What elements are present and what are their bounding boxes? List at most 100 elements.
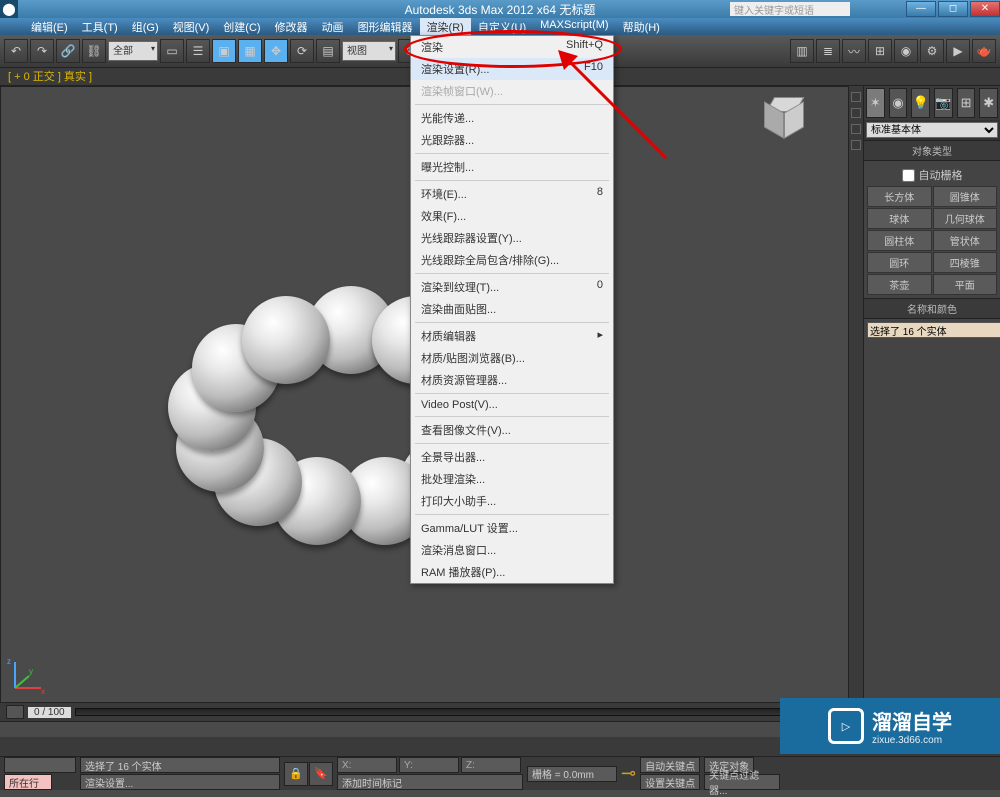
select-button[interactable]: ▭ — [160, 39, 184, 63]
undo-button[interactable]: ↶ — [4, 39, 28, 63]
move-button[interactable]: ✥ — [264, 39, 288, 63]
align-button[interactable]: ▥ — [790, 39, 814, 63]
render-menu-item-11[interactable]: 光线跟踪器设置(Y)... — [411, 227, 613, 249]
primitive-球体[interactable]: 球体 — [867, 208, 932, 229]
menu-6[interactable]: 动画 — [315, 18, 351, 35]
modify-tab[interactable]: ◉ — [889, 88, 908, 118]
menu-2[interactable]: 组(G) — [125, 18, 166, 35]
autokey-button[interactable]: 自动关键点 — [640, 757, 700, 773]
time-config-button[interactable] — [6, 705, 24, 719]
render-menu-item-2[interactable]: 渲染帧窗口(W)... — [411, 80, 613, 102]
setkey-button[interactable]: 设置关键点 — [640, 774, 700, 790]
side-tool-1[interactable] — [851, 92, 861, 102]
render-menu-item-14[interactable]: 渲染到纹理(T)...0 — [411, 276, 613, 298]
render-menu-item-30[interactable]: 渲染消息窗口... — [411, 539, 613, 561]
link-button[interactable]: 🔗 — [56, 39, 80, 63]
ref-coord-dropdown[interactable]: 视图 — [342, 41, 396, 61]
rotate-button[interactable]: ⟳ — [290, 39, 314, 63]
menu-11[interactable]: 帮助(H) — [616, 18, 667, 35]
autogrid-checkbox[interactable] — [902, 169, 915, 182]
unlink-button[interactable]: ⛓ — [82, 39, 106, 63]
render-menu-item-27[interactable]: 打印大小助手... — [411, 490, 613, 512]
render-menu-item-31[interactable]: RAM 播放器(P)... — [411, 561, 613, 583]
view-cube[interactable] — [762, 97, 808, 143]
menu-9[interactable]: 自定义(U) — [471, 18, 533, 35]
lock-selection-button[interactable]: 🔒 — [284, 762, 308, 786]
render-menu-item-7[interactable]: 曝光控制... — [411, 156, 613, 178]
render-menu-item-18[interactable]: 材质/贴图浏览器(B)... — [411, 347, 613, 369]
object-category-dropdown[interactable]: 标准基本体 — [866, 122, 998, 138]
primitive-几何球体[interactable]: 几何球体 — [933, 208, 998, 229]
window-cross-button[interactable]: ▦ — [238, 39, 262, 63]
minimize-button[interactable]: — — [906, 1, 936, 17]
coord-x[interactable]: X: — [337, 757, 397, 773]
coord-y[interactable]: Y: — [399, 757, 459, 773]
utilities-tab[interactable]: ✱ — [979, 88, 998, 118]
keyfilter-button[interactable]: 关键点过滤器... — [704, 774, 780, 790]
render-menu-item-21[interactable]: Video Post(V)... — [411, 396, 613, 414]
render-menu-item-5[interactable]: 光跟踪器... — [411, 129, 613, 151]
render-menu-item-4[interactable]: 光能传递... — [411, 107, 613, 129]
time-slider[interactable]: 0 / 100 — [28, 707, 71, 718]
scale-button[interactable]: ▤ — [316, 39, 340, 63]
menu-7[interactable]: 图形编辑器 — [351, 18, 420, 35]
material-button[interactable]: ◉ — [894, 39, 918, 63]
render-frame-button[interactable]: ▶ — [946, 39, 970, 63]
coord-z[interactable]: Z: — [461, 757, 521, 773]
menu-3[interactable]: 视图(V) — [166, 18, 217, 35]
add-time-tag-button[interactable]: 🔖 — [309, 762, 333, 786]
render-menu-item-25[interactable]: 全景导出器... — [411, 446, 613, 468]
side-tool-4[interactable] — [851, 140, 861, 150]
render-menu-item-15[interactable]: 渲染曲面贴图... — [411, 298, 613, 320]
menu-0[interactable]: 编辑(E) — [24, 18, 75, 35]
primitive-四棱锥[interactable]: 四棱锥 — [933, 252, 998, 273]
script-listener[interactable] — [4, 757, 76, 773]
primitive-茶壶[interactable]: 茶壶 — [867, 274, 932, 295]
render-menu-item-0[interactable]: 渲染Shift+Q — [411, 36, 613, 58]
layer-button[interactable]: ≣ — [816, 39, 840, 63]
render-menu-item-9[interactable]: 环境(E)...8 — [411, 183, 613, 205]
render-menu-item-29[interactable]: Gamma/LUT 设置... — [411, 517, 613, 539]
selection-filter-dropdown[interactable]: 全部 — [108, 41, 158, 61]
key-icon[interactable]: ⊸ — [621, 763, 636, 784]
render-menu-item-12[interactable]: 光线跟踪全局包含/排除(G)... — [411, 249, 613, 271]
watermark-title: 溜溜自学 — [872, 706, 952, 735]
scene-sphere[interactable] — [242, 296, 330, 384]
render-button[interactable]: 🫖 — [972, 39, 996, 63]
side-tool-3[interactable] — [851, 124, 861, 134]
primitive-平面[interactable]: 平面 — [933, 274, 998, 295]
render-menu-item-26[interactable]: 批处理渲染... — [411, 468, 613, 490]
render-menu-item-23[interactable]: 查看图像文件(V)... — [411, 419, 613, 441]
svg-text:y: y — [29, 667, 33, 676]
add-time-marker[interactable]: 添加时间标记 — [337, 774, 523, 790]
display-tab[interactable]: ⊞ — [957, 88, 976, 118]
select-name-button[interactable]: ☰ — [186, 39, 210, 63]
render-menu-item-10[interactable]: 效果(F)... — [411, 205, 613, 227]
side-tool-2[interactable] — [851, 108, 861, 118]
menu-10[interactable]: MAXScript(M) — [533, 18, 615, 35]
curve-editor-button[interactable]: 〰 — [842, 39, 866, 63]
primitive-圆柱体[interactable]: 圆柱体 — [867, 230, 932, 251]
render-menu-item-17[interactable]: 材质编辑器▸ — [411, 325, 613, 347]
redo-button[interactable]: ↷ — [30, 39, 54, 63]
render-setup-button[interactable]: ⚙ — [920, 39, 944, 63]
hierarchy-tab[interactable]: 💡 — [911, 88, 930, 118]
menu-5[interactable]: 修改器 — [268, 18, 315, 35]
menu-8[interactable]: 渲染(R) — [420, 18, 471, 35]
primitive-圆锥体[interactable]: 圆锥体 — [933, 186, 998, 207]
menu-4[interactable]: 创建(C) — [216, 18, 267, 35]
render-menu-item-1[interactable]: 渲染设置(R)...F10 — [411, 58, 613, 80]
primitive-圆环[interactable]: 圆环 — [867, 252, 932, 273]
render-menu-item-19[interactable]: 材质资源管理器... — [411, 369, 613, 391]
select-region-button[interactable]: ▣ — [212, 39, 236, 63]
help-search-input[interactable]: 键入关键字或短语 — [730, 2, 850, 16]
object-name-input[interactable] — [867, 322, 1000, 338]
maximize-button[interactable]: ◻ — [938, 1, 968, 17]
menu-1[interactable]: 工具(T) — [75, 18, 125, 35]
primitive-长方体[interactable]: 长方体 — [867, 186, 932, 207]
schematic-button[interactable]: ⊞ — [868, 39, 892, 63]
primitive-管状体[interactable]: 管状体 — [933, 230, 998, 251]
create-tab[interactable]: ✶ — [866, 88, 885, 118]
close-button[interactable]: ✕ — [970, 1, 1000, 17]
motion-tab[interactable]: 📷 — [934, 88, 953, 118]
